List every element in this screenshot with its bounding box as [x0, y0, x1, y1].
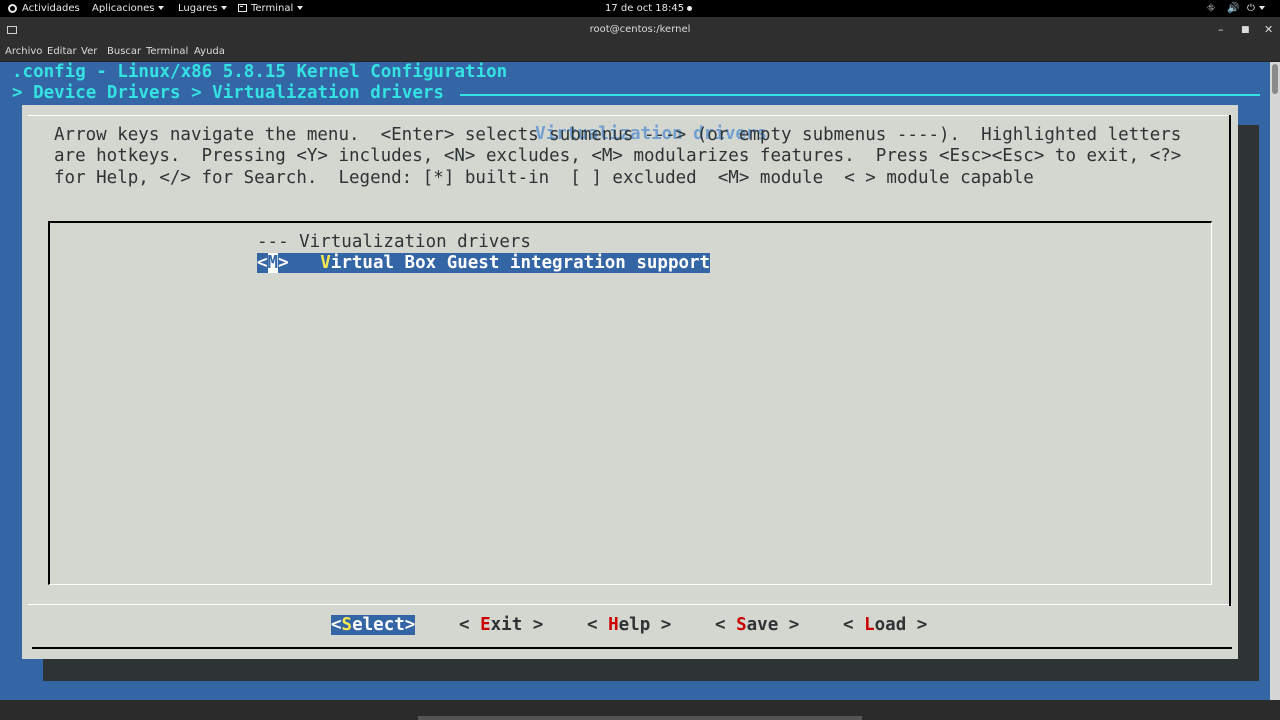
- places-menu[interactable]: Lugares: [178, 0, 228, 17]
- power-icon[interactable]: ⏻: [1247, 0, 1265, 17]
- breadcrumb: > Device Drivers > Virtualization driver…: [12, 83, 444, 103]
- activities-button[interactable]: Actividades: [8, 0, 80, 17]
- menu-ver[interactable]: Ver: [81, 43, 97, 61]
- help-line-2: are hotkeys. Pressing <Y> includes, <N> …: [54, 146, 1182, 166]
- gnome-top-bar: Actividades Aplicaciones Lugares Termina…: [0, 0, 1280, 17]
- chevron-down-icon: [158, 6, 165, 10]
- button-separator-corner: [1229, 604, 1231, 606]
- window-title: root@centos:/kernel: [589, 24, 691, 35]
- breadcrumb-rule: [460, 94, 1260, 96]
- volume-icon[interactable]: 🔊: [1227, 0, 1239, 17]
- menu-editar[interactable]: Editar: [47, 43, 77, 61]
- minimize-icon[interactable]: –: [1218, 17, 1224, 43]
- help-line-3: for Help, </> for Search. Legend: [*] bu…: [54, 168, 1034, 188]
- maximize-icon[interactable]: ■: [1241, 17, 1250, 43]
- scrollbar-thumb[interactable]: [1272, 64, 1278, 94]
- window-title-bar: root@centos:/kernel – ■ ✕: [0, 17, 1280, 43]
- button-separator: [28, 604, 1232, 605]
- dialog-right-border: [1229, 115, 1231, 605]
- close-icon[interactable]: ✕: [1264, 17, 1273, 43]
- load-button[interactable]: < Load >: [843, 615, 927, 635]
- terminal-screen[interactable]: .config - Linux/x86 5.8.15 Kernel Config…: [0, 62, 1270, 720]
- network-icon[interactable]: ⛗: [1207, 0, 1215, 17]
- menu-ayuda[interactable]: Ayuda: [194, 43, 225, 61]
- help-button[interactable]: < Help >: [587, 615, 671, 635]
- terminal-app-menu[interactable]: Terminal: [238, 0, 304, 17]
- menu-header-item: --- Virtualization drivers: [257, 232, 531, 252]
- config-title: .config - Linux/x86 5.8.15 Kernel Config…: [12, 62, 508, 82]
- select-button[interactable]: <Select>: [331, 615, 416, 635]
- window-list-tab[interactable]: [418, 716, 862, 720]
- dialog-bottom-border: [32, 647, 1232, 649]
- menu-archivo[interactable]: Archivo: [5, 43, 42, 61]
- chevron-down-icon: [221, 6, 228, 10]
- applications-menu[interactable]: Aplicaciones: [92, 0, 165, 17]
- help-line-1: Arrow keys navigate the menu. <Enter> se…: [54, 125, 1182, 145]
- terminal-icon: [238, 4, 247, 12]
- menu-list-box: [48, 221, 1212, 585]
- chevron-down-icon: [1258, 6, 1265, 10]
- activities-icon: [8, 3, 17, 13]
- terminal-scrollbar[interactable]: [1270, 62, 1280, 720]
- clock[interactable]: 17 de oct 18:45: [605, 0, 693, 17]
- menu-bar: Archivo Editar Ver Buscar Terminal Ayuda: [0, 43, 1280, 62]
- save-button[interactable]: < Save >: [715, 615, 799, 635]
- chevron-down-icon: [297, 6, 304, 10]
- notification-dot-icon: [687, 5, 693, 11]
- menu-item-virtualbox-guest[interactable]: <M> Virtual Box Guest integration suppor…: [257, 253, 711, 273]
- exit-button[interactable]: < Exit >: [459, 615, 543, 635]
- menu-terminal[interactable]: Terminal: [146, 43, 188, 61]
- menu-buscar[interactable]: Buscar: [107, 43, 141, 61]
